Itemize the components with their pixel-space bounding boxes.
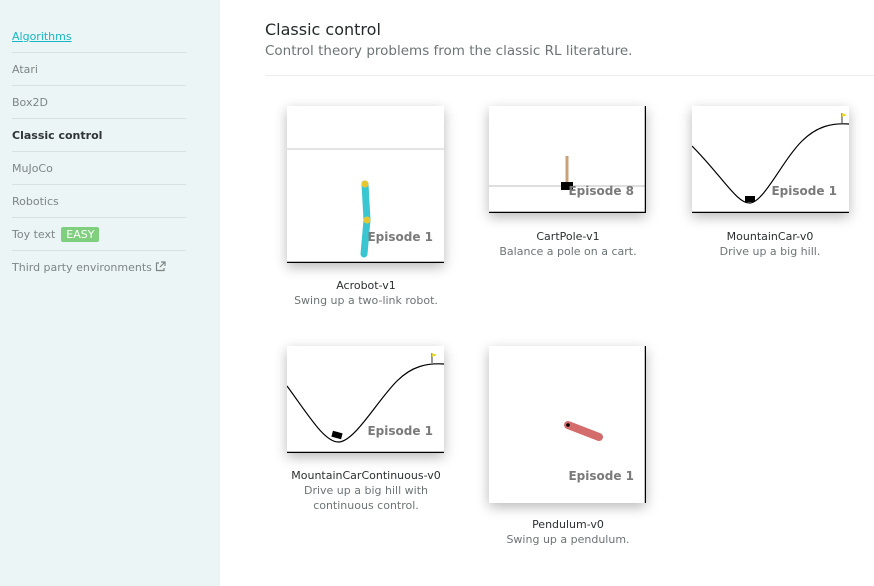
env-name[interactable]: MountainCarContinuous-v0 bbox=[266, 468, 466, 483]
env-description: Swing up a two-link robot. bbox=[294, 294, 438, 307]
env-preview[interactable]: Episode 1 bbox=[692, 106, 849, 213]
env-description: Drive up a big hill with continuous cont… bbox=[303, 484, 428, 512]
env-preview[interactable]: Episode 1 bbox=[489, 346, 646, 503]
sidebar-item-label: Classic control bbox=[12, 128, 103, 142]
sidebar-item-third-party[interactable]: Third party environments bbox=[12, 251, 186, 284]
env-name[interactable]: Pendulum-v0 bbox=[468, 517, 668, 532]
sidebar-item-mujoco[interactable]: MuJoCo bbox=[12, 152, 186, 185]
sidebar-nav: Algorithms Atari Box2D Classic control M… bbox=[12, 20, 186, 284]
main-header: Classic control Control theory problems … bbox=[265, 20, 874, 60]
episode-label: Episode 1 bbox=[771, 184, 837, 198]
sidebar-item-label: Third party environments bbox=[12, 261, 152, 274]
episode-label: Episode 1 bbox=[367, 230, 433, 244]
env-name[interactable]: Acrobot-v1 bbox=[266, 278, 466, 293]
difficulty-badge: EASY bbox=[61, 226, 100, 242]
sidebar-item-label: Algorithms bbox=[12, 29, 72, 43]
episode-label: Episode 1 bbox=[367, 424, 433, 438]
sidebar-item-robotics[interactable]: Robotics bbox=[12, 185, 186, 218]
env-name[interactable]: CartPole-v1 bbox=[468, 229, 668, 244]
env-preview[interactable]: Episode 8 bbox=[489, 106, 646, 213]
sidebar-item-atari[interactable]: Atari bbox=[12, 53, 186, 86]
sidebar-item-label: Robotics bbox=[12, 194, 59, 208]
episode-label: Episode 1 bbox=[568, 469, 634, 483]
sidebar-item-label: MuJoCo bbox=[12, 161, 53, 175]
env-preview[interactable]: Episode 1 bbox=[287, 106, 444, 263]
sidebar-item-algorithms[interactable]: Algorithms bbox=[12, 20, 186, 53]
page-subtitle: Control theory problems from the classic… bbox=[265, 43, 633, 59]
env-description: Drive up a big hill. bbox=[719, 245, 821, 258]
sidebar-item-label: Atari bbox=[12, 62, 38, 76]
page-title: Classic control bbox=[265, 20, 381, 39]
sidebar: Algorithms Atari Box2D Classic control M… bbox=[0, 0, 220, 586]
sidebar-item-box2d[interactable]: Box2D bbox=[12, 86, 186, 119]
divider bbox=[265, 75, 874, 76]
sidebar-item-toy-text[interactable]: Toy text EASY bbox=[12, 218, 186, 251]
sidebar-item-label: Box2D bbox=[12, 95, 48, 109]
sidebar-item-label: Toy text bbox=[12, 227, 56, 241]
env-description: Balance a pole on a cart. bbox=[499, 245, 637, 258]
sidebar-item-classic-control[interactable]: Classic control bbox=[12, 119, 186, 152]
env-name[interactable]: MountainCar-v0 bbox=[670, 229, 870, 244]
env-description: Swing up a pendulum. bbox=[506, 533, 630, 546]
episode-label: Episode 8 bbox=[568, 184, 634, 198]
env-preview[interactable]: Episode 1 bbox=[287, 346, 444, 453]
external-link-icon bbox=[155, 260, 166, 275]
